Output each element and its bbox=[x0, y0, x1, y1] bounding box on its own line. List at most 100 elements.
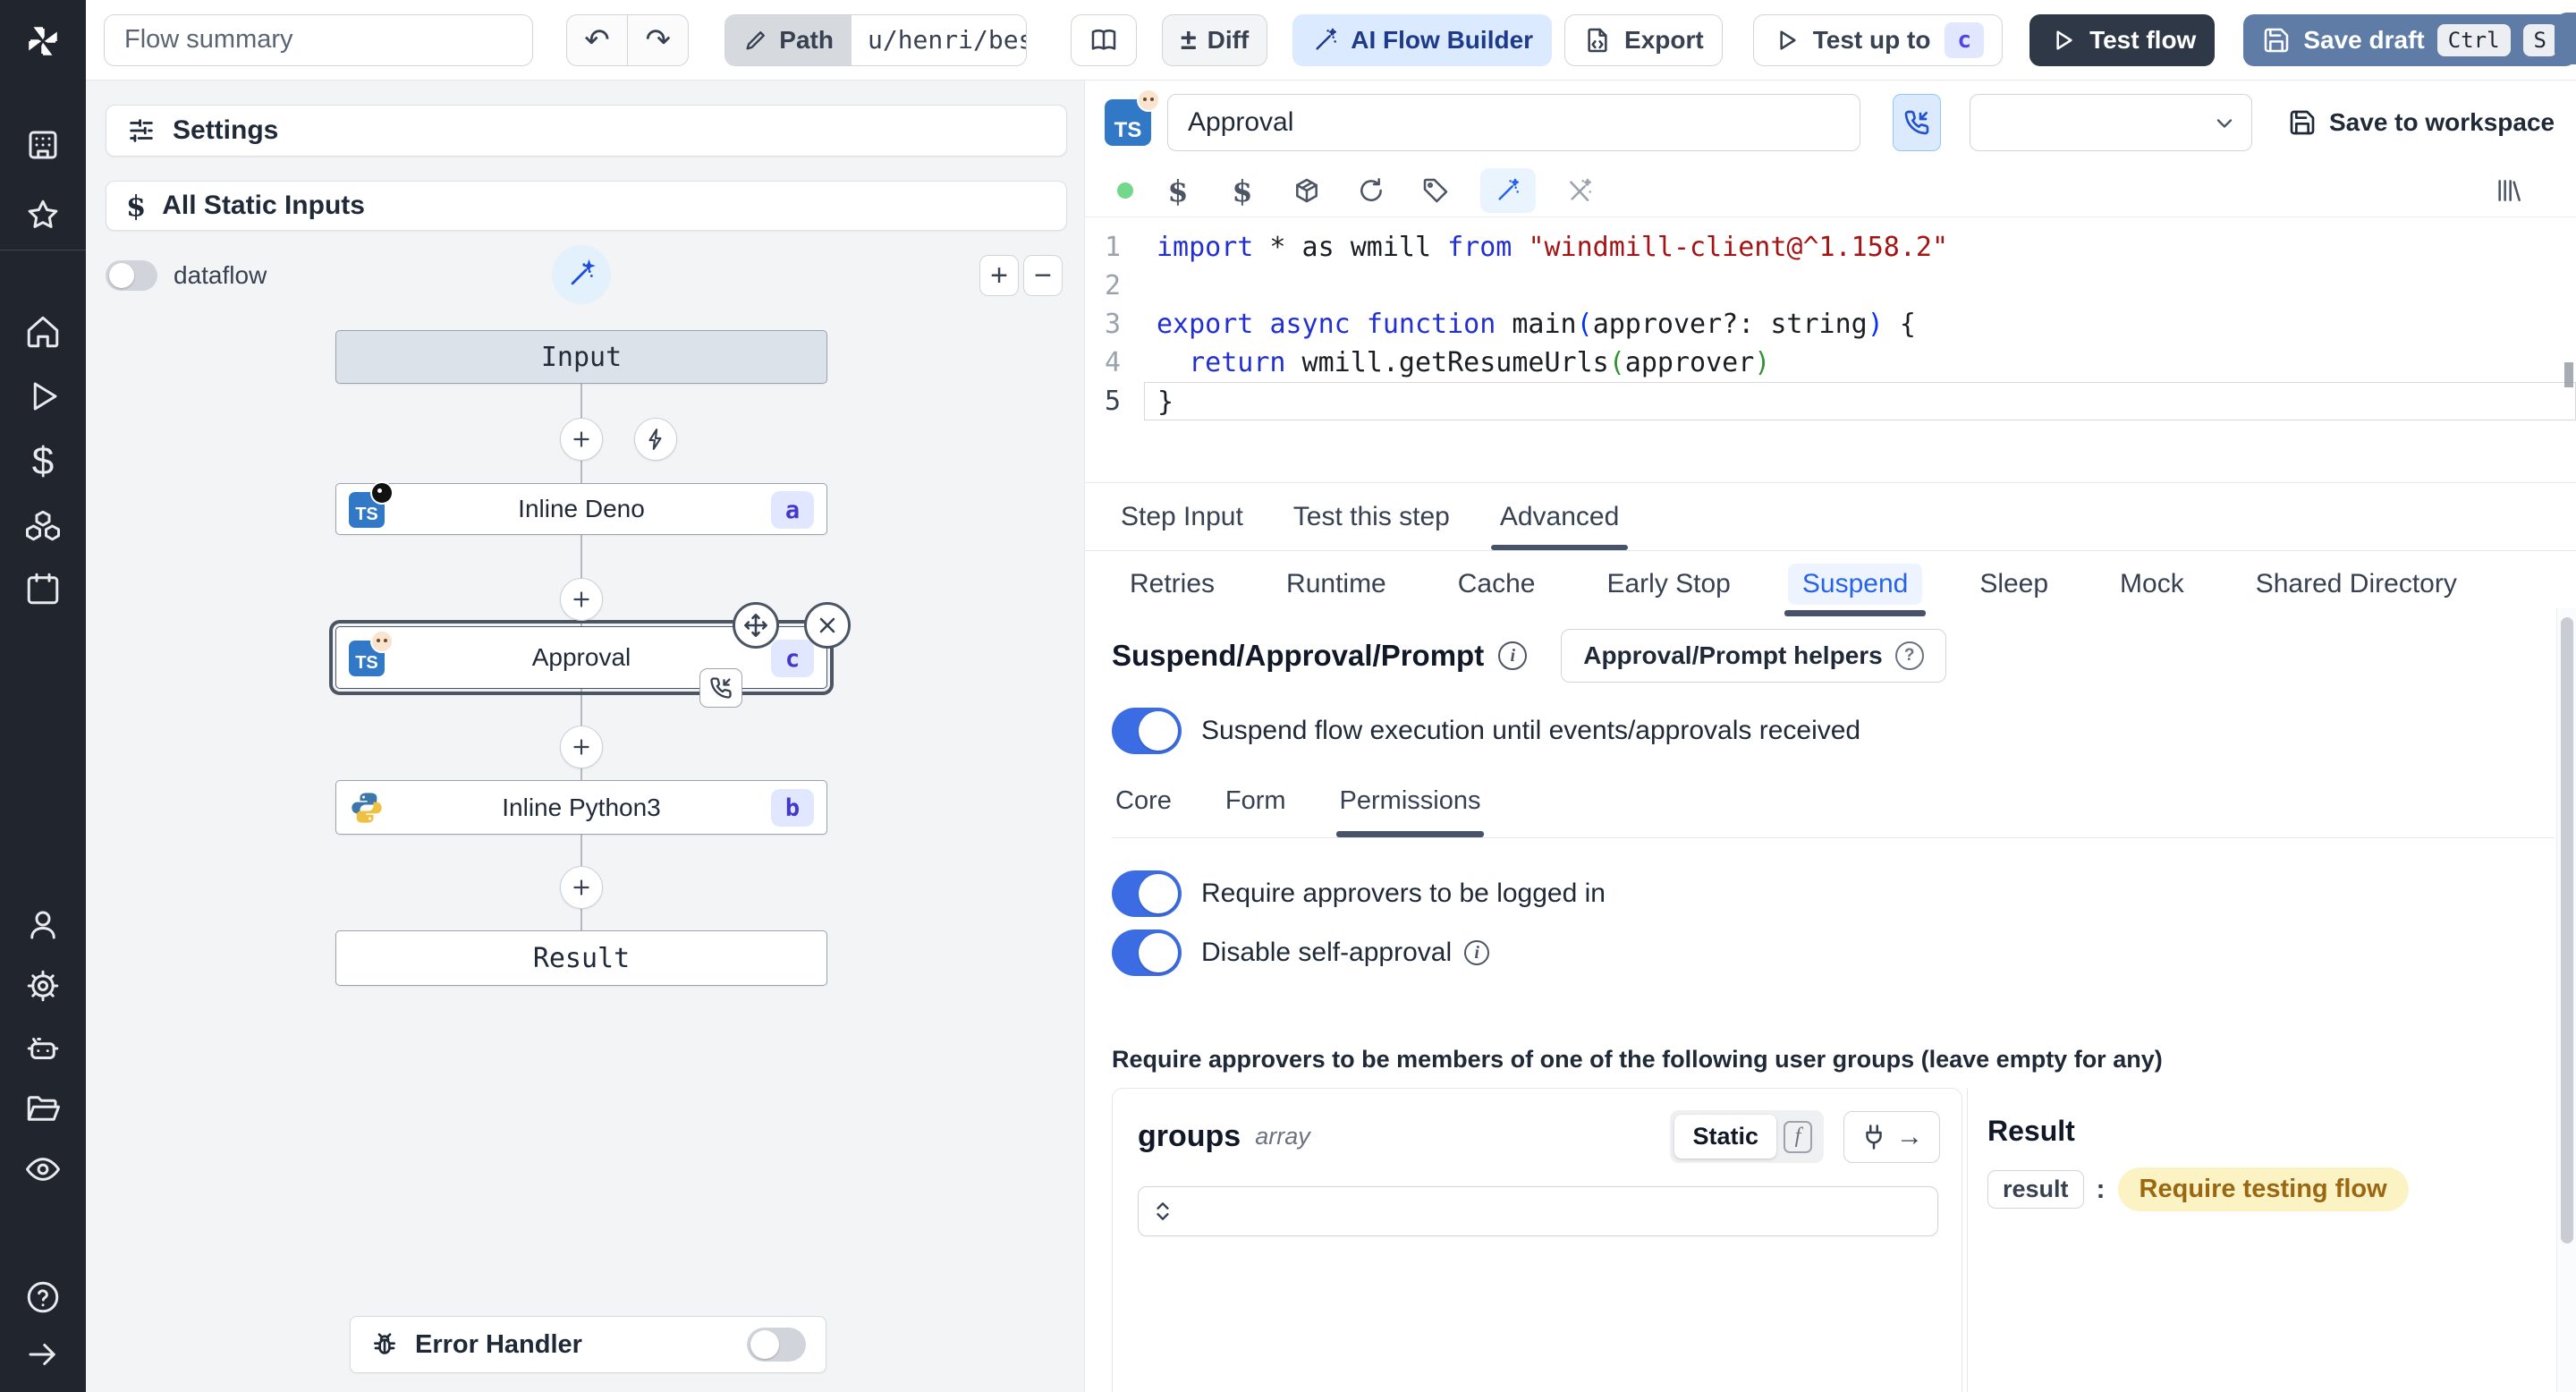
runs-icon[interactable] bbox=[21, 375, 64, 418]
workers-robot-icon[interactable] bbox=[21, 1027, 64, 1070]
groups-select-input[interactable] bbox=[1138, 1186, 1938, 1236]
error-handler-toggle[interactable] bbox=[747, 1328, 806, 1362]
script-kind-select[interactable] bbox=[1970, 94, 2252, 151]
require-login-toggle[interactable] bbox=[1112, 870, 1182, 917]
all-static-inputs-button[interactable]: $ All Static Inputs bbox=[106, 181, 1067, 231]
info-icon[interactable]: i bbox=[1464, 940, 1490, 965]
home-icon[interactable] bbox=[21, 310, 64, 353]
docs-button[interactable] bbox=[1071, 13, 1138, 66]
add-step-button[interactable] bbox=[560, 418, 603, 461]
add-step-button[interactable] bbox=[560, 866, 603, 909]
resources-icon[interactable] bbox=[21, 505, 64, 547]
zoom-in-button[interactable]: + bbox=[979, 255, 1019, 296]
result-key-pill[interactable]: result bbox=[1987, 1170, 2084, 1209]
redo-button[interactable]: ↷ bbox=[627, 14, 688, 65]
approver-groups-note: Require approvers to be members of one o… bbox=[1112, 1046, 2163, 1073]
static-inputs-icon[interactable]: $ bbox=[1223, 168, 1262, 213]
flow-result-node[interactable]: Result bbox=[335, 930, 827, 986]
approval-prompt-helpers-button[interactable]: Approval/Prompt helpers ? bbox=[1561, 629, 1946, 683]
diff-button[interactable]: ± Diff bbox=[1162, 13, 1268, 66]
page-scrollbar[interactable] bbox=[2556, 608, 2576, 1392]
suspend-phone-badge[interactable] bbox=[699, 668, 742, 708]
favorites-icon[interactable] bbox=[21, 194, 64, 237]
connect-input-button[interactable]: → bbox=[1843, 1110, 1940, 1163]
step-node-c-approval[interactable]: TS Approval c bbox=[329, 602, 851, 708]
ai-flow-builder-button[interactable]: AI Flow Builder bbox=[1292, 13, 1553, 66]
test-flow-button[interactable]: Test flow bbox=[2029, 13, 2216, 66]
workspace-icon[interactable] bbox=[21, 123, 64, 166]
javascript-mode-button[interactable]: f bbox=[1780, 1117, 1816, 1157]
code-line[interactable]: 1 import * as wmill from "windmill-client… bbox=[1085, 228, 2576, 267]
tag-icon[interactable] bbox=[1416, 168, 1455, 213]
reset-icon[interactable] bbox=[1352, 168, 1391, 213]
help-icon[interactable] bbox=[21, 1276, 64, 1319]
collapse-arrow-icon[interactable] bbox=[21, 1333, 64, 1376]
suspend-toggle[interactable] bbox=[1112, 708, 1182, 754]
step-name-input[interactable] bbox=[1167, 94, 1860, 151]
add-trigger-button[interactable] bbox=[634, 418, 677, 461]
code-line[interactable]: 5} bbox=[1085, 382, 2576, 420]
undo-button[interactable]: ↶ bbox=[567, 15, 627, 65]
dataflow-toggle[interactable] bbox=[106, 260, 157, 291]
settings-gear-icon[interactable] bbox=[21, 964, 64, 1007]
zoom-out-button[interactable]: − bbox=[1023, 255, 1063, 296]
tab-retries[interactable]: Retries bbox=[1112, 551, 1233, 616]
tab-mock[interactable]: Mock bbox=[2102, 551, 2202, 616]
info-icon[interactable]: i bbox=[1498, 641, 1528, 670]
wand-icon bbox=[1316, 28, 1337, 50]
save-draft-button[interactable]: Save draft Ctrl S bbox=[2243, 13, 2576, 66]
folders-icon[interactable] bbox=[21, 1087, 64, 1130]
step-node-b[interactable]: Inline Python3 b bbox=[335, 780, 827, 835]
step-node-a[interactable]: TS Inline Deno a bbox=[335, 481, 827, 535]
ai-step-wand-button[interactable] bbox=[552, 245, 611, 304]
static-mode-button[interactable]: Static bbox=[1674, 1115, 1776, 1159]
tab-test-this-step[interactable]: Test this step bbox=[1284, 483, 1459, 550]
tab-cache[interactable]: Cache bbox=[1440, 551, 1554, 616]
package-icon[interactable] bbox=[1287, 168, 1326, 213]
save-to-workspace-button[interactable]: Save to workspace bbox=[2288, 108, 2555, 137]
test-up-to-button[interactable]: Test up to c bbox=[1752, 13, 2004, 66]
audit-eye-icon[interactable] bbox=[21, 1148, 64, 1191]
windmill-logo[interactable] bbox=[21, 20, 64, 63]
flow-settings-button[interactable]: Settings bbox=[106, 105, 1067, 157]
add-step-button[interactable] bbox=[560, 726, 603, 768]
delete-step-button[interactable] bbox=[804, 602, 851, 649]
deploy-button-partial[interactable] bbox=[2555, 13, 2576, 64]
export-button[interactable]: Export bbox=[1564, 13, 1723, 66]
tab-permissions[interactable]: Permissions bbox=[1335, 781, 1485, 837]
tab-sleep[interactable]: Sleep bbox=[1962, 551, 2066, 616]
suspend-approval-button[interactable] bbox=[1893, 94, 1941, 151]
code-line[interactable]: 4 return wmill.getResumeUrls(approver) bbox=[1085, 344, 2576, 382]
code-editor[interactable]: 1 import * as wmill from "windmill-client… bbox=[1085, 216, 2576, 482]
flow-input-node[interactable]: Input bbox=[335, 330, 827, 384]
tab-core[interactable]: Core bbox=[1112, 781, 1175, 837]
library-icon[interactable] bbox=[2488, 168, 2528, 213]
move-step-button[interactable] bbox=[733, 602, 779, 649]
arrow-right-icon: → bbox=[1896, 1121, 1923, 1151]
tab-advanced[interactable]: Advanced bbox=[1490, 483, 1629, 550]
tab-shared-directory[interactable]: Shared Directory bbox=[2238, 551, 2475, 616]
export-label: Export bbox=[1624, 25, 1704, 54]
schedules-icon[interactable] bbox=[21, 567, 64, 610]
tab-form[interactable]: Form bbox=[1222, 781, 1290, 837]
tab-runtime[interactable]: Runtime bbox=[1268, 551, 1404, 616]
move-icon bbox=[744, 614, 767, 637]
users-icon[interactable] bbox=[21, 904, 64, 946]
tab-step-input[interactable]: Step Input bbox=[1112, 483, 1252, 550]
variables-icon[interactable]: $ bbox=[1158, 168, 1198, 213]
editor-scrollbar-thumb[interactable] bbox=[2564, 362, 2573, 387]
error-handler-card[interactable]: Error Handler bbox=[350, 1316, 826, 1373]
path-button[interactable]: Path u/henri/bes bbox=[724, 13, 1028, 66]
code-lines: 1 import * as wmill from "windmill-client… bbox=[1085, 228, 2576, 420]
variables-icon[interactable]: $ bbox=[21, 439, 64, 483]
disable-self-approval-toggle[interactable] bbox=[1112, 929, 1182, 976]
tab-suspend[interactable]: Suspend bbox=[1784, 551, 1927, 616]
page-scrollbar-thumb[interactable] bbox=[2561, 617, 2573, 1243]
tab-early-stop[interactable]: Early Stop bbox=[1589, 551, 1748, 616]
add-step-button[interactable] bbox=[560, 578, 603, 621]
ai-assistant-off-icon[interactable] bbox=[1561, 168, 1600, 213]
code-line[interactable]: 2 bbox=[1085, 267, 2576, 305]
code-line[interactable]: 3 export async function main(approver?: s… bbox=[1085, 305, 2576, 344]
ai-assistant-icon[interactable] bbox=[1480, 168, 1536, 213]
flow-summary-input[interactable] bbox=[104, 13, 533, 66]
